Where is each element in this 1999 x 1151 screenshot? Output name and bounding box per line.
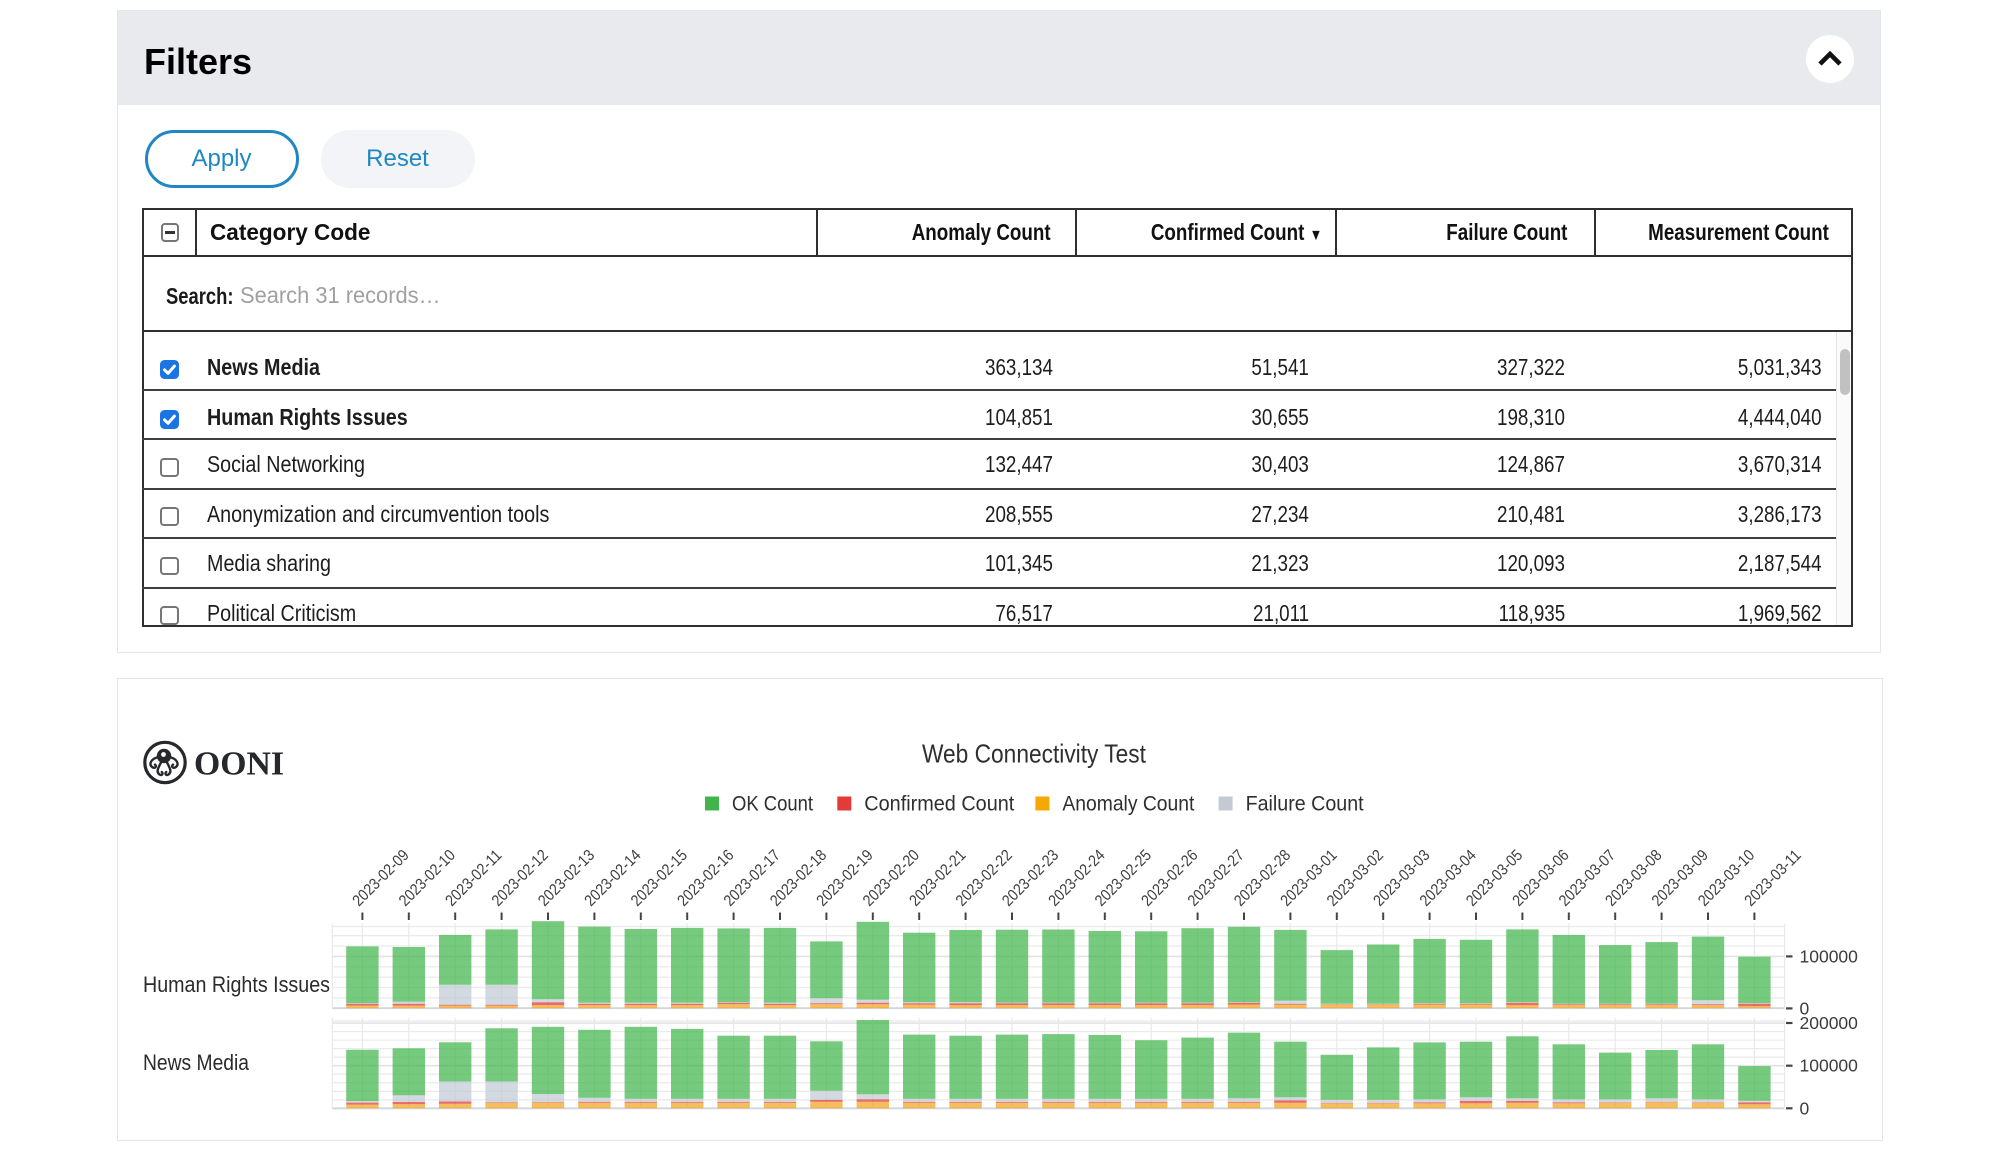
- svg-text:OK Count: OK Count: [732, 792, 813, 816]
- svg-text:OONI: OONI: [194, 746, 284, 783]
- svg-text:100000: 100000: [1800, 946, 1859, 966]
- svg-text:100000: 100000: [1800, 1056, 1859, 1076]
- svg-text:200000: 200000: [1800, 1013, 1859, 1033]
- svg-text:Web Connectivity Test: Web Connectivity Test: [922, 739, 1147, 769]
- svg-text:Confirmed Count: Confirmed Count: [864, 792, 1014, 816]
- svg-text:0: 0: [1800, 1098, 1810, 1118]
- svg-text:Failure Count: Failure Count: [1246, 792, 1364, 816]
- svg-text:News Media: News Media: [143, 1050, 249, 1075]
- svg-text:Human Rights Issues: Human Rights Issues: [143, 972, 330, 997]
- svg-text:Anomaly Count: Anomaly Count: [1062, 792, 1194, 816]
